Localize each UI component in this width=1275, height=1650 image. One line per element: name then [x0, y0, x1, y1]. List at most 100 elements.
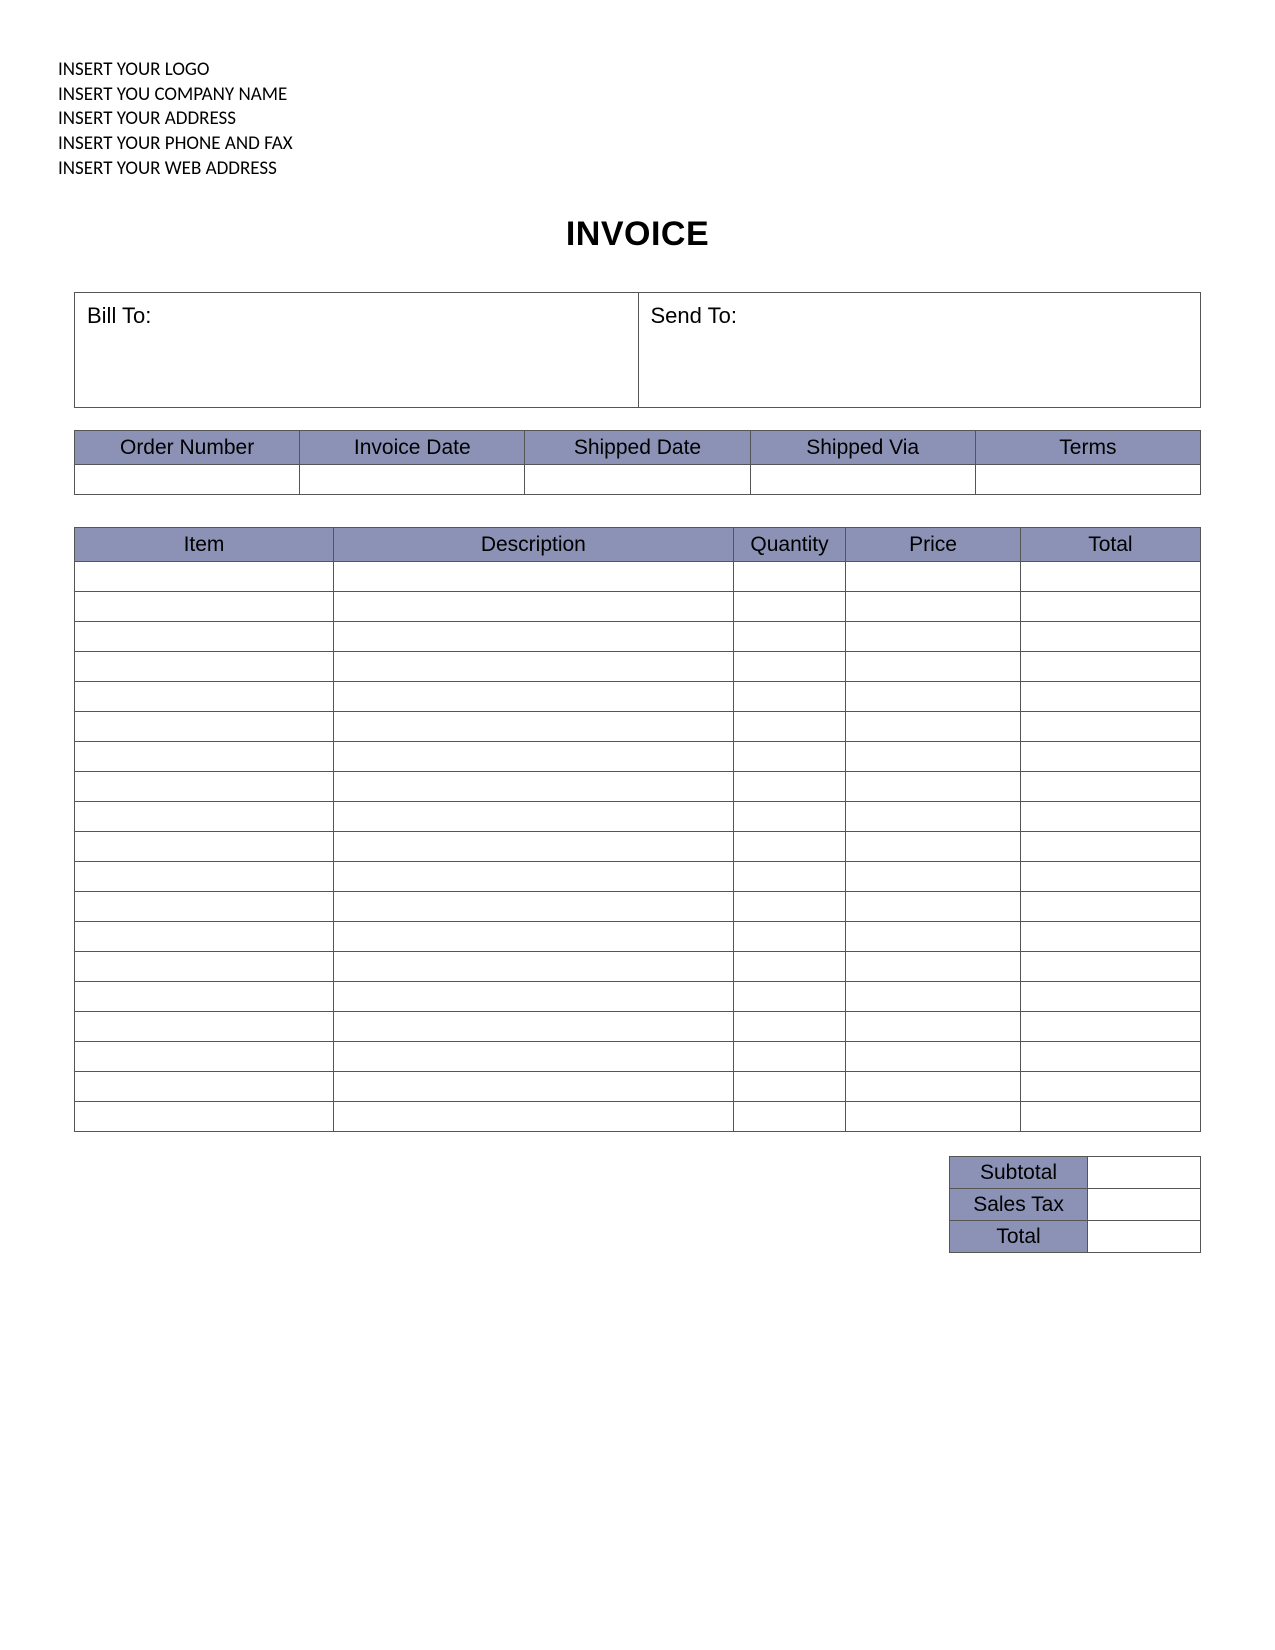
table-row: [75, 772, 1201, 802]
cell-total: [1020, 922, 1200, 952]
price-header: Price: [846, 528, 1021, 562]
cell-price: [846, 652, 1021, 682]
totals-table: Subtotal Sales Tax Total: [949, 1156, 1201, 1253]
cell-quantity: [733, 862, 846, 892]
cell-quantity: [733, 982, 846, 1012]
cell-description: [333, 772, 733, 802]
table-row: [75, 622, 1201, 652]
cell-description: [333, 652, 733, 682]
shipped-via-value: [750, 465, 975, 495]
cell-total: [1020, 772, 1200, 802]
cell-description: [333, 682, 733, 712]
table-row: [75, 952, 1201, 982]
cell-item: [75, 922, 334, 952]
table-row: [75, 1102, 1201, 1132]
total-header: Total: [1020, 528, 1200, 562]
cell-price: [846, 922, 1021, 952]
cell-item: [75, 982, 334, 1012]
cell-description: [333, 562, 733, 592]
cell-description: [333, 592, 733, 622]
table-row: [75, 652, 1201, 682]
cell-quantity: [733, 772, 846, 802]
cell-description: [333, 892, 733, 922]
cell-item: [75, 622, 334, 652]
cell-price: [846, 712, 1021, 742]
address-row: Bill To: Send To:: [74, 292, 1201, 408]
cell-description: [333, 622, 733, 652]
cell-item: [75, 562, 334, 592]
cell-price: [846, 892, 1021, 922]
invoice-date-header: Invoice Date: [300, 431, 525, 465]
table-row: [75, 892, 1201, 922]
cell-total: [1020, 832, 1200, 862]
cell-total: [1020, 892, 1200, 922]
cell-price: [846, 742, 1021, 772]
table-row: [75, 922, 1201, 952]
cell-item: [75, 652, 334, 682]
cell-item: [75, 1042, 334, 1072]
cell-quantity: [733, 622, 846, 652]
subtotal-value: [1088, 1157, 1201, 1189]
quantity-header: Quantity: [733, 528, 846, 562]
total-value: [1088, 1221, 1201, 1253]
cell-total: [1020, 562, 1200, 592]
cell-total: [1020, 652, 1200, 682]
cell-price: [846, 682, 1021, 712]
cell-quantity: [733, 562, 846, 592]
total-label: Total: [950, 1221, 1088, 1253]
cell-total: [1020, 1042, 1200, 1072]
item-header: Item: [75, 528, 334, 562]
cell-price: [846, 1012, 1021, 1042]
cell-item: [75, 772, 334, 802]
cell-total: [1020, 592, 1200, 622]
order-table: Order Number Invoice Date Shipped Date S…: [74, 430, 1201, 495]
table-row: [75, 982, 1201, 1012]
shipped-via-header: Shipped Via: [750, 431, 975, 465]
cell-total: [1020, 742, 1200, 772]
cell-description: [333, 922, 733, 952]
cell-total: [1020, 1102, 1200, 1132]
table-row: [75, 802, 1201, 832]
cell-total: [1020, 982, 1200, 1012]
send-to-cell: Send To:: [638, 293, 1201, 407]
table-row: [75, 682, 1201, 712]
cell-price: [846, 1102, 1021, 1132]
table-row: [75, 712, 1201, 742]
shipped-date-header: Shipped Date: [525, 431, 750, 465]
cell-quantity: [733, 892, 846, 922]
cell-price: [846, 832, 1021, 862]
table-row: [75, 1012, 1201, 1042]
cell-description: [333, 1102, 733, 1132]
order-row: [75, 465, 1201, 495]
cell-price: [846, 562, 1021, 592]
cell-quantity: [733, 1042, 846, 1072]
cell-description: [333, 1012, 733, 1042]
cell-description: [333, 802, 733, 832]
cell-quantity: [733, 682, 846, 712]
phone-fax-placeholder: INSERT YOUR PHONE AND FAX: [58, 132, 1217, 157]
sales-tax-value: [1088, 1189, 1201, 1221]
cell-price: [846, 1042, 1021, 1072]
cell-total: [1020, 1012, 1200, 1042]
cell-quantity: [733, 592, 846, 622]
cell-description: [333, 1042, 733, 1072]
cell-total: [1020, 712, 1200, 742]
cell-quantity: [733, 712, 846, 742]
cell-item: [75, 832, 334, 862]
cell-item: [75, 742, 334, 772]
cell-total: [1020, 622, 1200, 652]
cell-quantity: [733, 1072, 846, 1102]
cell-price: [846, 952, 1021, 982]
cell-quantity: [733, 1012, 846, 1042]
cell-price: [846, 1072, 1021, 1102]
terms-value: [975, 465, 1200, 495]
cell-item: [75, 862, 334, 892]
cell-quantity: [733, 652, 846, 682]
address-placeholder: INSERT YOUR ADDRESS: [58, 107, 1217, 132]
cell-total: [1020, 802, 1200, 832]
cell-description: [333, 1072, 733, 1102]
cell-item: [75, 1012, 334, 1042]
cell-price: [846, 862, 1021, 892]
cell-description: [333, 742, 733, 772]
company-header: INSERT YOUR LOGO INSERT YOU COMPANY NAME…: [58, 58, 1217, 181]
